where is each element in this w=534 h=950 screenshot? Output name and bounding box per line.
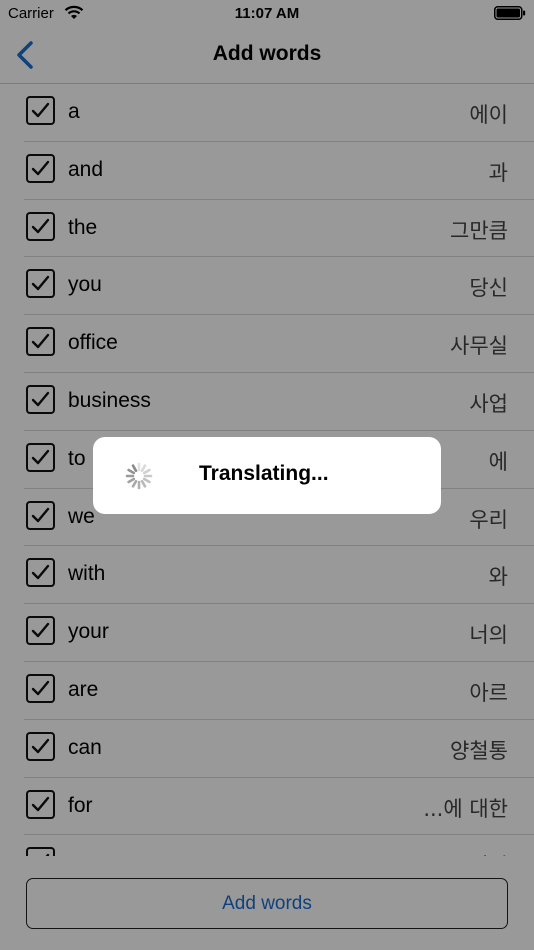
- spinner-spoke: [142, 477, 151, 484]
- hud-message: Translating...: [199, 462, 329, 485]
- spinner-spoke: [127, 477, 136, 484]
- activity-indicator-icon: [125, 462, 153, 490]
- spinner-spoke: [127, 468, 136, 475]
- spinner-spoke: [131, 464, 138, 473]
- spinner-spoke: [142, 468, 151, 475]
- spinner-spoke: [131, 479, 138, 488]
- spinner-spoke: [140, 479, 147, 488]
- progress-hud: Translating...: [93, 437, 441, 514]
- spinner-spoke: [140, 464, 147, 473]
